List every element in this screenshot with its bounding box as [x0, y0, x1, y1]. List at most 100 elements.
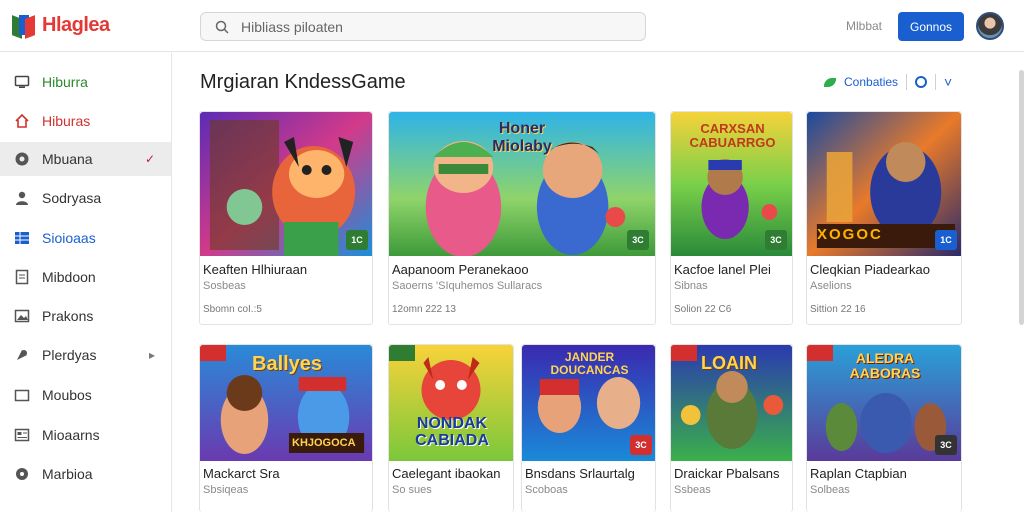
folder-icon	[14, 389, 30, 402]
sidebar-item-4[interactable]: Sioioaas	[0, 221, 171, 255]
divider	[906, 74, 908, 90]
card-subtitle: Solbeas	[810, 484, 850, 496]
game-thumbnail: Honer Miolaby 3C	[389, 112, 655, 256]
game-thumbnail: NONDAK CABIADA	[389, 345, 513, 461]
card-subtitle: Scoboas	[525, 484, 568, 496]
card-badge: 1C	[346, 230, 368, 250]
game-thumbnail: LOAIN	[671, 345, 792, 461]
header-link[interactable]: Mlbbat	[846, 19, 882, 33]
search-icon	[215, 20, 229, 34]
gamepad-icon	[17, 350, 27, 360]
sidebar-item-1[interactable]: Hiburas	[0, 104, 171, 138]
scrollbar-thumb[interactable]	[1019, 70, 1024, 325]
header-primary-button[interactable]: Gonnos	[898, 12, 964, 41]
thumbnail-caption: CARXSAN CABUARRGO	[689, 121, 776, 150]
game-card[interactable]: XOGOC 1C Cleqkian Piadearkao Aselions Si…	[806, 111, 962, 325]
ribbon-badge	[671, 345, 697, 361]
divider	[935, 74, 937, 90]
card-subtitle: Sbsiqeas	[203, 484, 249, 496]
sidebar-item-6[interactable]: Prakons	[0, 299, 171, 333]
sidebar-item-label: Hiburas	[42, 113, 91, 129]
list-icon	[14, 428, 30, 442]
top-bar: Hlaglea Mlbbat Gonnos	[0, 0, 1024, 52]
ribbon-badge	[200, 345, 226, 361]
app-name: Hlaglea	[42, 14, 110, 36]
search-bar[interactable]	[200, 12, 646, 41]
sidebar-item-9[interactable]: Mioaarns	[0, 418, 171, 452]
sidebar: Hiburra Hiburas Mbuana ✓ Sodryasa Sioioa…	[0, 53, 172, 512]
sidebar-item-7[interactable]: Plerdyas ▸	[0, 338, 171, 372]
card-badge: 1C	[935, 230, 957, 250]
card-subtitle: Sosbeas	[203, 280, 246, 292]
card-meta: 12omn 222 13	[392, 304, 456, 315]
card-meta: Sittion 22 16	[810, 304, 866, 315]
game-card[interactable]: 1C Keaften Hlhiuraan Sosbeas Sbomn coI.:…	[199, 111, 373, 325]
game-card[interactable]: Ballyes KHJOGOCA Mackarct Sra Sbsiqeas	[199, 344, 373, 512]
home-icon	[15, 113, 29, 128]
game-thumbnail: 1C	[200, 112, 372, 256]
card-subtitle: Ssbeas	[674, 484, 711, 496]
game-thumbnail: Ballyes KHJOGOCA	[200, 345, 372, 461]
sidebar-item-0[interactable]: Hiburra	[0, 65, 171, 99]
card-title: Raplan Ctapbian	[810, 466, 907, 481]
card-badge: 3C	[765, 230, 787, 250]
sidebar-item-label: Marbioa	[42, 466, 93, 482]
card-subtitle: Sibnas	[674, 280, 708, 292]
thumbnail-caption: NONDAK CABIADA	[415, 415, 489, 449]
thumbnail-caption: ALEDRA AABORAS	[849, 350, 921, 381]
game-card[interactable]: NONDAK CABIADA Caelegant ibaokan So sues	[388, 344, 514, 512]
sidebar-item-3[interactable]: Sodryasa	[0, 181, 171, 215]
card-title: Caelegant ibaokan	[392, 466, 501, 481]
card-title: Aapanoom Peranekaoo	[392, 262, 529, 277]
card-badge: 3C	[630, 435, 652, 455]
card-badge: 3C	[627, 230, 649, 250]
leaf-icon	[824, 77, 836, 87]
game-thumbnail: ALEDRA AABORAS 3C	[807, 345, 961, 461]
sidebar-item-10[interactable]: Marbioa	[0, 457, 171, 491]
thumbnail-caption: Honer Miolaby	[492, 120, 552, 155]
card-subtitle: Aselions	[810, 280, 852, 292]
sidebar-item-label: Mioaarns	[42, 427, 100, 443]
user-avatar[interactable]	[976, 12, 1004, 40]
sidebar-item-2[interactable]: Mbuana ✓	[0, 142, 171, 176]
thumbnail-caption: LOAIN	[701, 353, 757, 373]
card-title: Kacfoe lanel Plei	[674, 262, 771, 277]
controls-link[interactable]: Conbaties	[844, 75, 898, 89]
sidebar-item-8[interactable]: Moubos	[0, 378, 171, 412]
card-title: Bnsdans Srlaurtalg	[525, 466, 635, 481]
game-thumbnail: XOGOC 1C	[807, 112, 961, 256]
search-input[interactable]	[241, 18, 601, 35]
picture-icon	[14, 309, 30, 323]
card-meta: Solion 22 C6	[674, 304, 732, 315]
checkmark-icon: ✓	[144, 152, 155, 166]
card-badge: 3C	[935, 435, 957, 455]
person-icon	[16, 191, 28, 205]
thumbnail-caption: KHJOGOCA	[292, 437, 356, 449]
thumbnail-caption: Ballyes	[252, 353, 323, 375]
grid-icon	[15, 232, 29, 244]
sidebar-item-label: Hiburra	[42, 74, 88, 90]
page-title: Mrgiaran KndessGame	[200, 71, 406, 93]
game-thumbnail: JANDER DOUCANCAS 3C	[522, 345, 655, 461]
game-card[interactable]: CARXSAN CABUARRGO 3C Kacfoe lanel Plei S…	[670, 111, 793, 325]
app-logo[interactable]: Hlaglea	[12, 14, 110, 39]
sidebar-item-label: Moubos	[42, 387, 92, 403]
chevron-down-icon[interactable]: ˅	[944, 74, 952, 90]
game-card[interactable]: JANDER DOUCANCAS 3C Bnsdans Srlaurtalg S…	[521, 344, 656, 512]
card-title: Keaften Hlhiuraan	[203, 262, 308, 277]
logo-icon	[12, 14, 36, 39]
ribbon-badge	[389, 345, 415, 361]
ring-icon[interactable]	[915, 76, 928, 88]
card-subtitle: So sues	[392, 484, 432, 496]
card-title: Draickar Pbalsans	[674, 466, 780, 481]
sidebar-item-label: Prakons	[42, 308, 94, 324]
card-subtitle: Saoerns 'SIquhemos Sullaracs	[392, 280, 543, 292]
sidebar-item-label: Plerdyas	[42, 347, 97, 363]
sidebar-item-label: Mbuana	[42, 151, 93, 167]
sidebar-item-5[interactable]: Mibdoon	[0, 260, 171, 294]
monitor-icon	[14, 75, 30, 88]
thumbnail-caption: JANDER DOUCANCAS	[550, 350, 629, 377]
game-card[interactable]: Honer Miolaby 3C Aapanoom Peranekaoo Sao…	[388, 111, 656, 325]
game-card[interactable]: LOAIN Draickar Pbalsans Ssbeas	[670, 344, 793, 512]
game-card[interactable]: ALEDRA AABORAS 3C Raplan Ctapbian Solbea…	[806, 344, 962, 512]
